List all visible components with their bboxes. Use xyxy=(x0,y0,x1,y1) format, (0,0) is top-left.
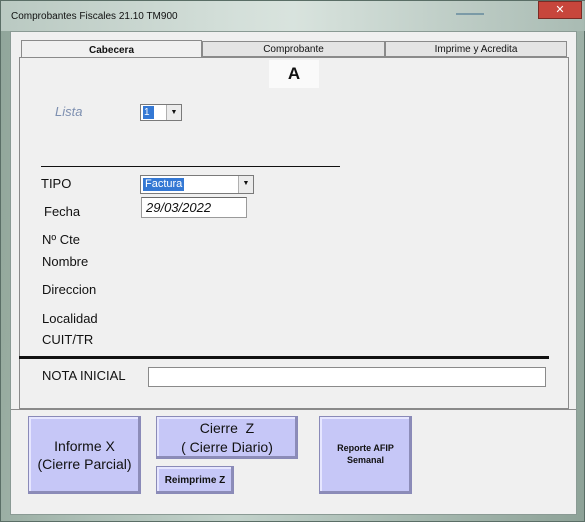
tab-comprobante[interactable]: Comprobante xyxy=(202,41,385,57)
nota-inicial-field[interactable] xyxy=(148,367,546,387)
cuit-label: CUIT/TR xyxy=(42,332,94,347)
informe-x-button[interactable]: Informe X (Cierre Parcial) xyxy=(28,416,141,494)
cierre-z-button[interactable]: Cierre Z ( Cierre Diario) xyxy=(156,416,298,459)
tipo-label: TIPO xyxy=(41,176,72,191)
chevron-down-icon[interactable]: ▼ xyxy=(238,176,253,193)
close-button[interactable]: ✕ xyxy=(538,1,582,19)
nota-inicial-label: NOTA INICIAL xyxy=(42,368,126,383)
reporte-afip-button[interactable]: Reporte AFIP Semanal xyxy=(319,416,412,494)
nombre-label: Nombre xyxy=(42,254,89,269)
tipo-dropdown[interactable]: Factura ▼ xyxy=(140,175,254,194)
lista-selected-value: 1 xyxy=(143,106,154,119)
title-decoration xyxy=(456,3,484,15)
divider xyxy=(11,409,576,410)
chevron-down-icon[interactable]: ▼ xyxy=(166,105,181,120)
divider xyxy=(41,166,340,167)
fecha-field[interactable]: 29/03/2022 xyxy=(141,197,247,218)
localidad-label: Localidad xyxy=(42,311,98,326)
application-window: Comprobantes Fiscales 21.10 TM900 ✕ Cabe… xyxy=(0,0,585,522)
tab-imprime-y-acredita[interactable]: Imprime y Acredita xyxy=(385,41,567,57)
form-client-area: Cabecera Comprobante Imprime y Acredita … xyxy=(10,31,577,515)
cte-number-label: Nº Cte xyxy=(42,232,80,247)
window-title: Comprobantes Fiscales 21.10 TM900 xyxy=(11,11,178,22)
lista-dropdown[interactable]: 1 ▼ xyxy=(140,104,182,121)
fecha-label: Fecha xyxy=(44,204,81,219)
direccion-label: Direccion xyxy=(42,282,97,297)
divider-thick xyxy=(19,356,549,359)
close-icon: ✕ xyxy=(555,4,565,16)
title-bar[interactable]: Comprobantes Fiscales 21.10 TM900 ✕ xyxy=(1,1,585,31)
lista-label: Lista xyxy=(55,104,83,119)
reimprime-z-button[interactable]: Reimprime Z xyxy=(156,466,234,494)
invoice-letter: A xyxy=(269,60,319,88)
tipo-selected-value: Factura xyxy=(143,178,185,191)
